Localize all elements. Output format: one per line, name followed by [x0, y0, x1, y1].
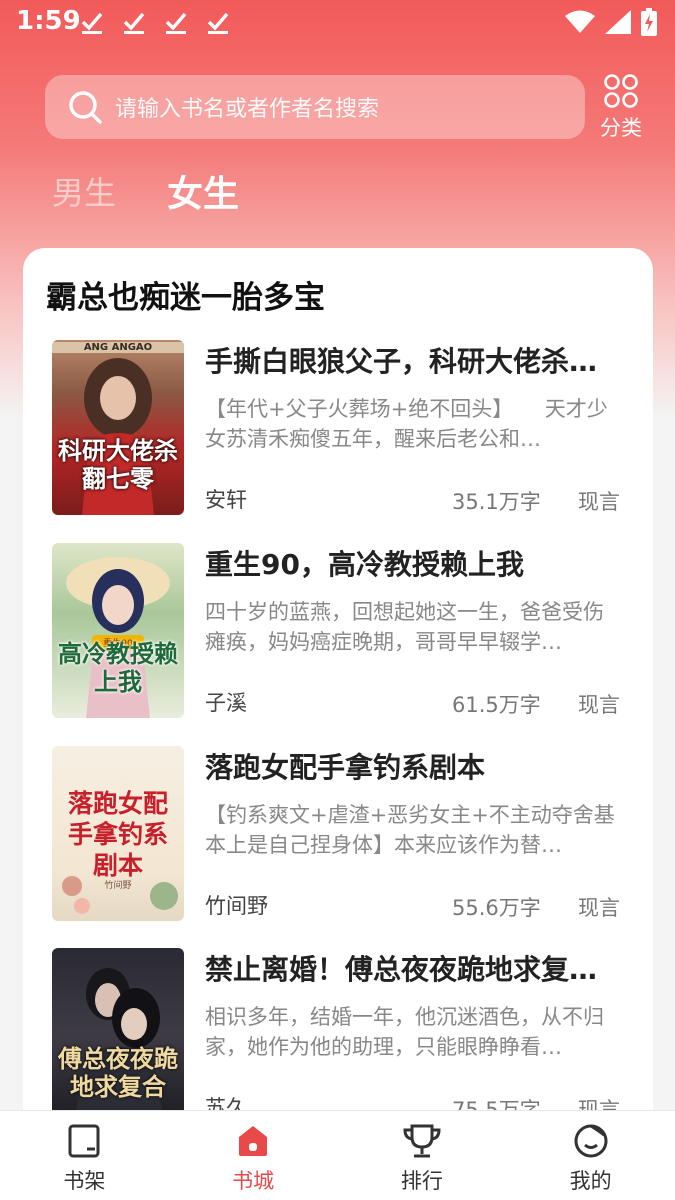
book-word-count: 61.5万字 — [452, 693, 541, 717]
book-title: 手撕白眼狼父子，科研大佬杀… — [205, 345, 598, 378]
search-input[interactable]: 请输入书名或者作者名搜索 — [45, 75, 585, 139]
book-genre: 现言 — [578, 490, 620, 514]
nav-profile[interactable]: 我的 — [506, 1111, 675, 1200]
nav-label: 排行 — [400, 1169, 443, 1193]
book-author: 竹间野 — [205, 894, 268, 918]
section-title: 霸总也痴迷一胎多宝 — [46, 280, 325, 316]
nav-label: 书架 — [63, 1169, 106, 1193]
cover-title: 高冷教授赖上我 — [58, 639, 178, 696]
status-time: 1:59 — [16, 6, 81, 36]
book-item[interactable]: 傅总夜夜跪地求复合 禁止离婚！傅总夜夜跪地求复… 相识多年，结婚一年，他沉迷酒色… — [52, 948, 632, 1123]
trophy-icon — [403, 1124, 441, 1158]
book-item[interactable]: 重生90 高冷教授赖上我 重生90，高冷教授赖上我 四十岁的蓝燕，回想起她这一生… — [52, 543, 632, 718]
book-author: 安轩 — [205, 488, 247, 512]
search-icon — [69, 91, 102, 124]
download-done-icon — [165, 12, 187, 34]
category-button[interactable]: 分类 — [596, 74, 646, 142]
book-cover: 重生90 高冷教授赖上我 — [52, 543, 184, 718]
search-placeholder: 请输入书名或者作者名搜索 — [115, 97, 380, 122]
book-description: 【钓系爽文+虐渣+恶劣女主+不主动夺舍基本上是自己捏身体】本来应该作为替… — [205, 803, 615, 857]
book-genre: 现言 — [578, 896, 620, 920]
download-notifications — [80, 10, 230, 36]
nav-bookstore[interactable]: 书城 — [169, 1111, 338, 1200]
nav-ranking[interactable]: 排行 — [338, 1111, 507, 1200]
status-bar: 1:59 — [0, 0, 675, 46]
bottom-nav: 书架 书城 排行 我的 — [0, 1110, 675, 1200]
cover-title: 落跑女配手拿钓系剧本 — [67, 789, 168, 880]
category-label: 分类 — [600, 116, 642, 140]
book-list-card: 霸总也痴迷一胎多宝 ANG ANGAO 科研大佬杀翻七零 手撕白眼狼父子，科研大… — [23, 248, 653, 1148]
book-description: 【年代+父子火葬场+绝不回头】 天才少女苏清禾痴傻五年，醒来后老公和… — [205, 397, 608, 451]
profile-icon — [574, 1124, 608, 1158]
book-description: 四十岁的蓝燕，回想起她这一生，爸爸受伤瘫痪，妈妈癌症晚期，哥哥早早辍学… — [205, 600, 604, 654]
nav-label: 书城 — [232, 1169, 275, 1193]
book-cover: ANG ANGAO 科研大佬杀翻七零 — [52, 340, 184, 515]
category-grid-icon — [604, 74, 638, 108]
book-title: 落跑女配手拿钓系剧本 — [205, 751, 486, 784]
nav-label: 我的 — [569, 1169, 612, 1193]
book-cover: 落跑女配手拿钓系剧本 竹间野 — [52, 746, 184, 921]
nav-bookshelf[interactable]: 书架 — [0, 1111, 169, 1200]
signal-icon — [605, 10, 631, 34]
book-title: 禁止离婚！傅总夜夜跪地求复… — [205, 953, 598, 986]
book-item[interactable]: ANG ANGAO 科研大佬杀翻七零 手撕白眼狼父子，科研大佬杀… 【年代+父子… — [52, 340, 632, 515]
download-done-icon — [81, 12, 103, 34]
wifi-icon — [565, 10, 595, 33]
tab-male[interactable]: 男生 — [52, 168, 116, 214]
book-item[interactable]: 落跑女配手拿钓系剧本 竹间野 落跑女配手拿钓系剧本 【钓系爽文+虐渣+恶劣女主+… — [52, 746, 632, 921]
book-title: 重生90，高冷教授赖上我 — [205, 548, 524, 581]
book-cover: 傅总夜夜跪地求复合 — [52, 948, 184, 1123]
book-word-count: 55.6万字 — [452, 896, 541, 920]
cover-title: 傅总夜夜跪地求复合 — [58, 1044, 178, 1101]
book-genre: 现言 — [578, 693, 620, 717]
book-description: 相识多年，结婚一年，他沉迷酒色，从不归家，她作为他的助理，只能眼睁睁看… — [205, 1005, 604, 1059]
battery-charging-icon — [641, 8, 657, 36]
download-done-icon — [123, 12, 145, 34]
system-icons — [565, 8, 657, 36]
home-icon — [239, 1126, 268, 1156]
cover-title: 科研大佬杀翻七零 — [58, 436, 178, 493]
book-author: 子溪 — [205, 691, 247, 715]
book-word-count: 35.1万字 — [452, 490, 541, 514]
download-done-icon — [207, 12, 229, 34]
tab-female[interactable]: 女生 — [167, 165, 239, 217]
cover-author: 竹间野 — [104, 881, 132, 891]
bookshelf-icon — [68, 1124, 100, 1158]
